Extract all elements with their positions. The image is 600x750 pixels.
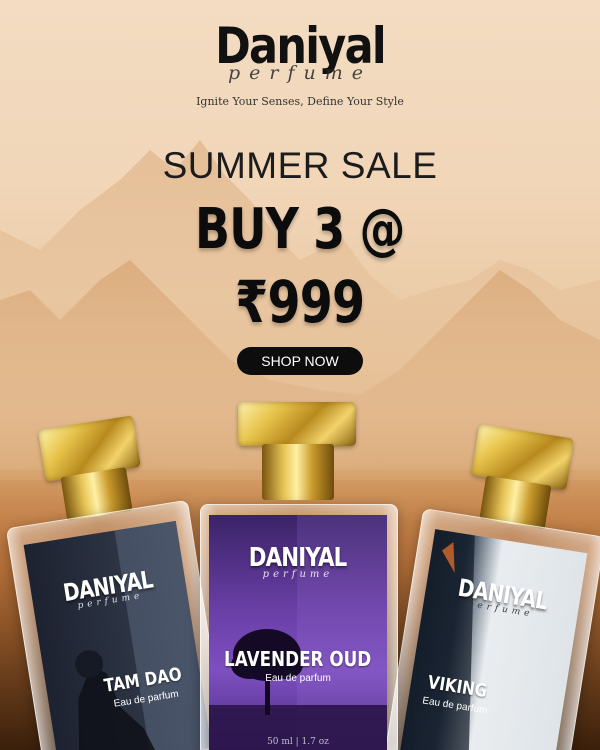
label-subtitle: perfume: [262, 569, 334, 580]
bottle-glass: DANIYAL perfume LAVENDER OUD Eau de parf…: [200, 504, 398, 750]
brand-tagline: Ignite Your Senses, Define Your Style: [196, 95, 404, 108]
bottle-lavender-oud[interactable]: DANIYAL perfume LAVENDER OUD Eau de parf…: [198, 400, 398, 750]
product-label: DANIYAL perfume VIKING Eau de parfum: [399, 529, 588, 750]
product-label: DANIYAL perfume TAM DAO Eau de parfum: [23, 520, 212, 750]
bottle-neck: [262, 444, 334, 500]
product-label: DANIYAL perfume LAVENDER OUD Eau de parf…: [209, 515, 387, 750]
product-type: Eau de parfum: [265, 673, 331, 684]
offer-line-1: BUY 3 @: [195, 197, 405, 262]
brand-logo: Daniyal perfume: [0, 18, 600, 98]
offer-price: ₹999: [235, 268, 365, 336]
brand-subtitle: perfume: [227, 62, 373, 84]
sale-title: SUMMER SALE: [162, 145, 438, 186]
shop-now-button[interactable]: SHOP NOW: [237, 347, 363, 375]
product-volume: 50 ml | 1.7 oz: [267, 737, 329, 747]
promo-banner: Daniyal perfume Ignite Your Senses, Defi…: [0, 0, 600, 750]
bottle-cap: [238, 402, 356, 446]
product-name: LAVENDER OUD: [224, 647, 372, 671]
